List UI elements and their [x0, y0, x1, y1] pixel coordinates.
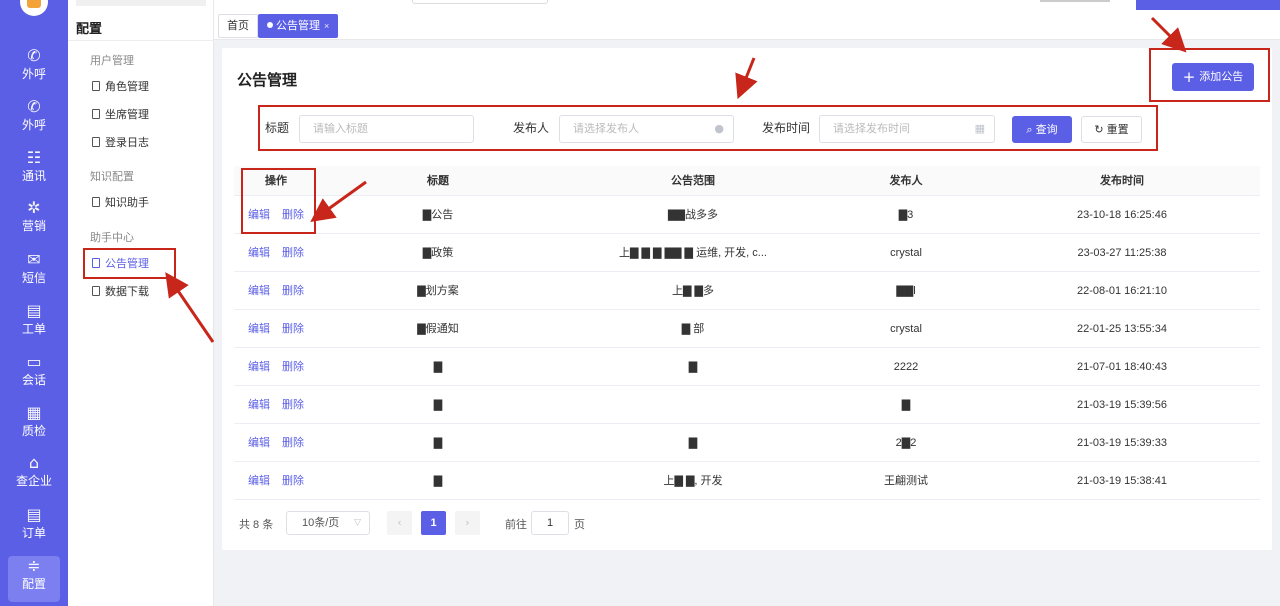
arrow-to-actions [310, 180, 367, 222]
annotation-arrows [165, 16, 1187, 343]
arrow-to-filters [735, 57, 758, 100]
arrow-to-add [1150, 16, 1187, 53]
arrow-to-sidebar [165, 272, 215, 343]
